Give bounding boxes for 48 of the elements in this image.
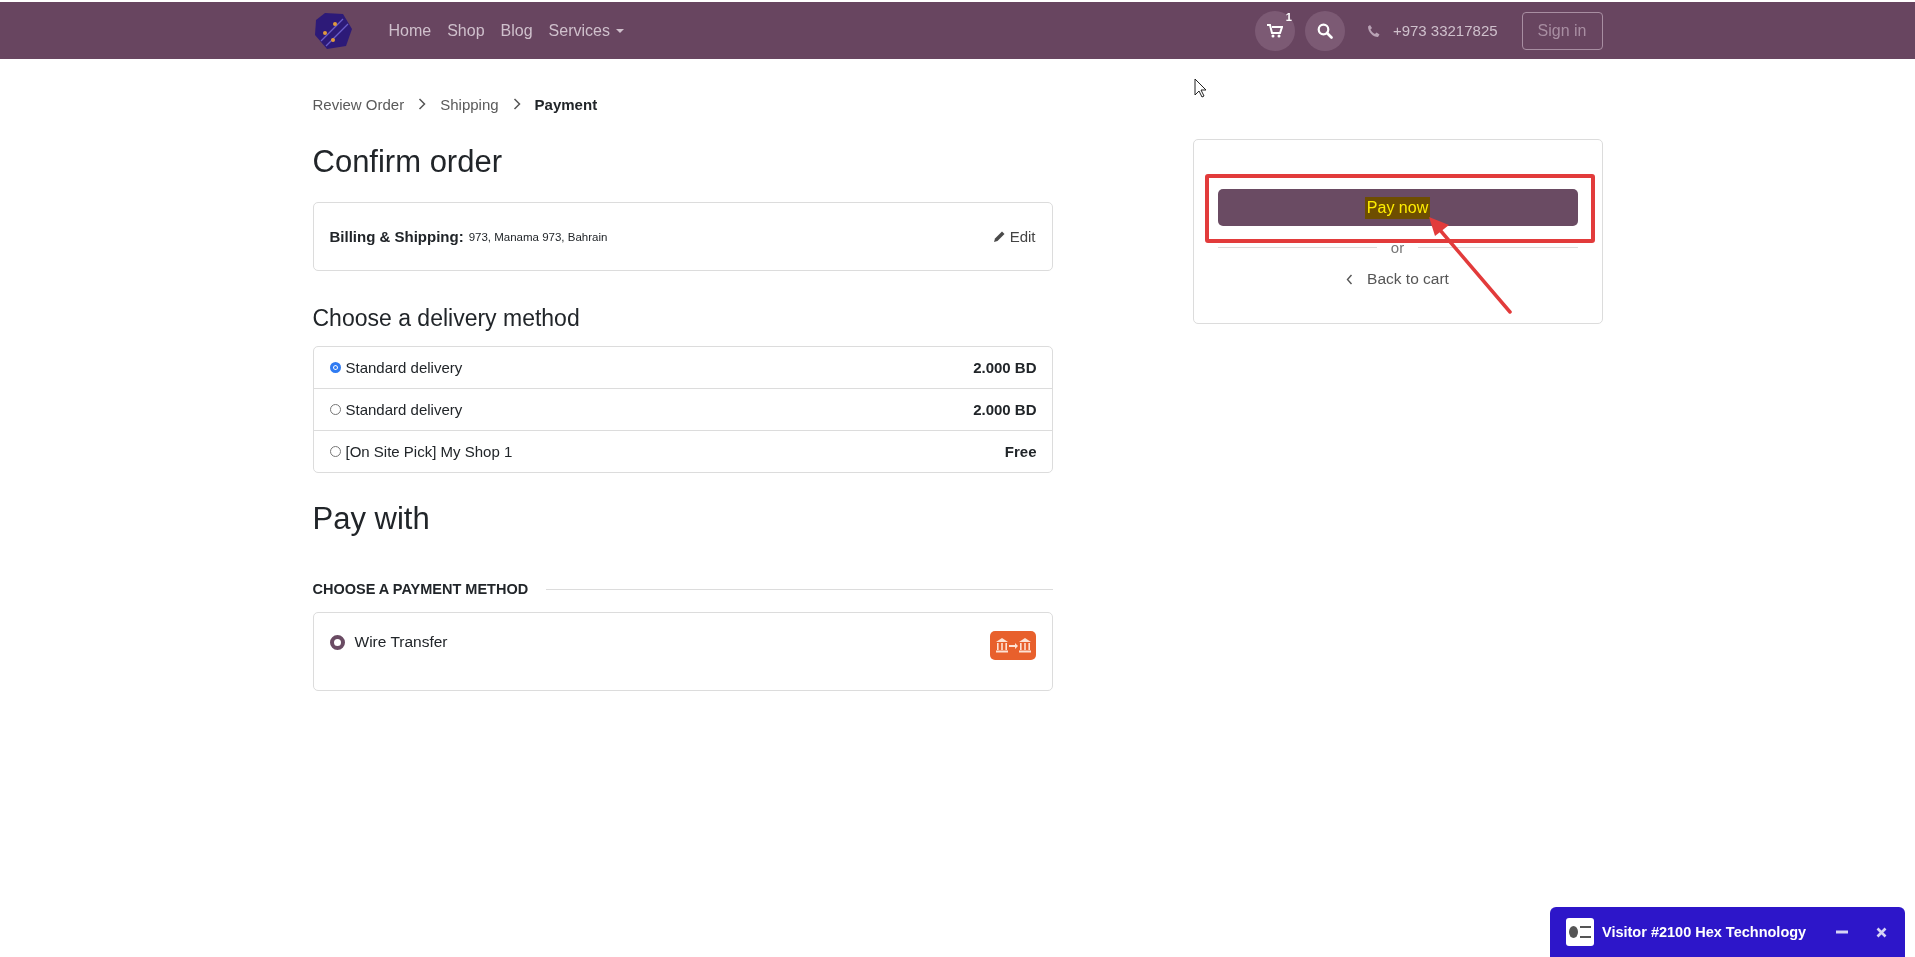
nav-link[interactable]: Blog	[492, 21, 541, 40]
cart-icon	[1266, 23, 1283, 38]
chevron-left-icon	[1346, 273, 1354, 285]
chevron-right-icon	[418, 98, 427, 110]
close-icon	[1876, 926, 1887, 938]
billing-address: 973, Manama 973, Bahrain	[468, 230, 608, 243]
chevron-right-icon	[512, 98, 521, 110]
delivery-option[interactable]: [On Site Pick] My Shop 1 Free	[313, 430, 1052, 472]
delivery-price: 2.000 BD	[973, 359, 1037, 376]
logo-icon[interactable]	[312, 10, 353, 51]
delivery-heading: Choose a delivery method	[312, 305, 581, 332]
delivery-name: [On Site Pick] My Shop 1	[345, 443, 513, 460]
delivery-option[interactable]: Standard delivery 2.000 BD	[313, 388, 1052, 430]
nav-link[interactable]: Shop	[439, 21, 493, 40]
bank-transfer-icon	[989, 631, 1036, 660]
radio-button[interactable]	[329, 362, 341, 373]
delivery-name: Standard delivery	[345, 359, 463, 376]
breadcrumb-item[interactable]: Payment	[534, 95, 598, 113]
payment-method-name: Wire Transfer	[354, 633, 448, 651]
phone-number: +973 33217825	[1392, 22, 1498, 39]
breadcrumb-item[interactable]: Review Order	[312, 95, 405, 113]
back-to-cart-link[interactable]: Back to cart	[1217, 270, 1578, 288]
pay-now-button[interactable]: Pay now	[1217, 189, 1578, 226]
breadcrumb-item[interactable]: Shipping	[440, 95, 499, 113]
delivery-name: Standard delivery	[345, 401, 463, 418]
nav-link[interactable]: Home	[380, 21, 440, 40]
delivery-price: 2.000 BD	[973, 401, 1037, 418]
cart-count: 1	[1285, 10, 1292, 23]
chat-title: Visitor #2100 Hex Technology	[1602, 924, 1807, 940]
cart-button[interactable]: 1	[1254, 10, 1295, 51]
pay-with-heading: Pay with	[312, 501, 431, 537]
nav-link[interactable]: Services	[540, 21, 632, 40]
page-title: Confirm order	[312, 144, 503, 180]
billing-label: Billing & Shipping:	[329, 228, 464, 245]
pencil-icon	[992, 230, 1006, 243]
mouse-pointer-icon	[1194, 78, 1207, 98]
search-icon	[1316, 22, 1333, 39]
section-label: CHOOSE A PAYMENT METHOD	[312, 581, 529, 597]
delivery-option[interactable]: Standard delivery 2.000 BD	[313, 347, 1052, 388]
edit-link[interactable]: Edit	[992, 228, 1036, 245]
caret-icon	[615, 28, 624, 33]
company-logo-icon	[1566, 918, 1594, 946]
radio-button[interactable]	[329, 635, 345, 650]
payment-method-card[interactable]: Wire Transfer	[312, 612, 1053, 691]
minimize-icon	[1836, 930, 1848, 934]
separator-label: or	[1390, 239, 1405, 256]
delivery-price: Free	[1004, 443, 1037, 460]
phone-icon	[1366, 23, 1381, 38]
